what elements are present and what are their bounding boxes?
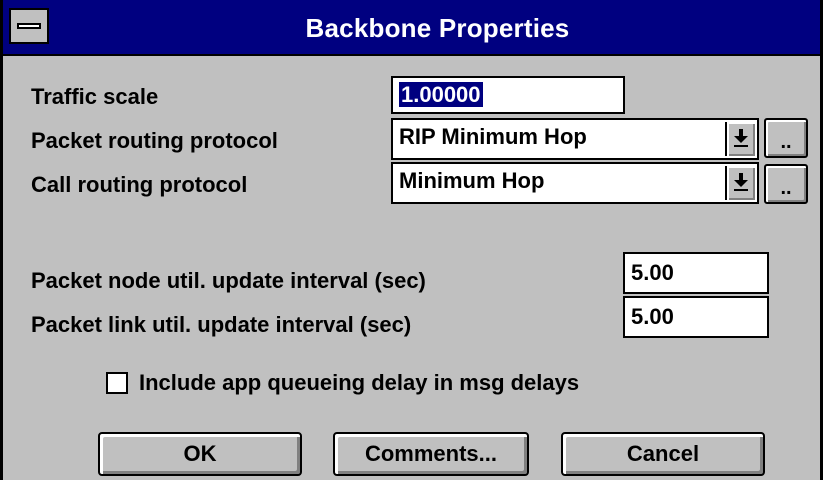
packet-routing-label: Packet routing protocol — [31, 128, 278, 153]
comments-button[interactable]: Comments... — [333, 432, 529, 476]
call-routing-dropdown-button[interactable] — [725, 166, 755, 200]
system-menu-icon[interactable] — [9, 8, 49, 44]
traffic-scale-value: 1.00000 — [399, 82, 483, 107]
ok-button[interactable]: OK — [98, 432, 302, 476]
packet-node-interval-label: Packet node util. update interval (sec) — [31, 268, 426, 293]
traffic-scale-input[interactable]: 1.00000 — [391, 76, 625, 114]
packet-routing-value: RIP Minimum Hop — [399, 124, 587, 149]
packet-link-interval-label: Packet link util. update interval (sec) — [31, 312, 412, 337]
packet-link-interval-input[interactable]: 5.00 — [623, 296, 769, 338]
traffic-scale-label: Traffic scale — [31, 84, 159, 109]
packet-routing-select[interactable]: RIP Minimum Hop — [391, 118, 759, 160]
call-routing-label: Call routing protocol — [31, 172, 248, 197]
backbone-properties-dialog: Backbone Properties Traffic scale 1.0000… — [0, 0, 823, 480]
system-menu-bar — [17, 23, 41, 29]
dropdown-arrow-icon — [734, 129, 748, 147]
title-bar[interactable]: Backbone Properties — [3, 0, 820, 56]
window-title: Backbone Properties — [305, 13, 570, 43]
dropdown-arrow-icon — [734, 173, 748, 191]
cancel-button[interactable]: Cancel — [561, 432, 765, 476]
include-app-queueing-checkbox[interactable] — [106, 372, 128, 394]
packet-node-interval-input[interactable]: 5.00 — [623, 252, 769, 294]
call-routing-select[interactable]: Minimum Hop — [391, 162, 759, 204]
call-routing-more-button[interactable]: .. — [764, 164, 808, 204]
include-app-queueing-label[interactable]: Include app queueing delay in msg delays — [139, 370, 579, 396]
packet-routing-more-button[interactable]: .. — [764, 118, 808, 158]
call-routing-value: Minimum Hop — [399, 168, 545, 193]
packet-routing-dropdown-button[interactable] — [725, 122, 755, 156]
